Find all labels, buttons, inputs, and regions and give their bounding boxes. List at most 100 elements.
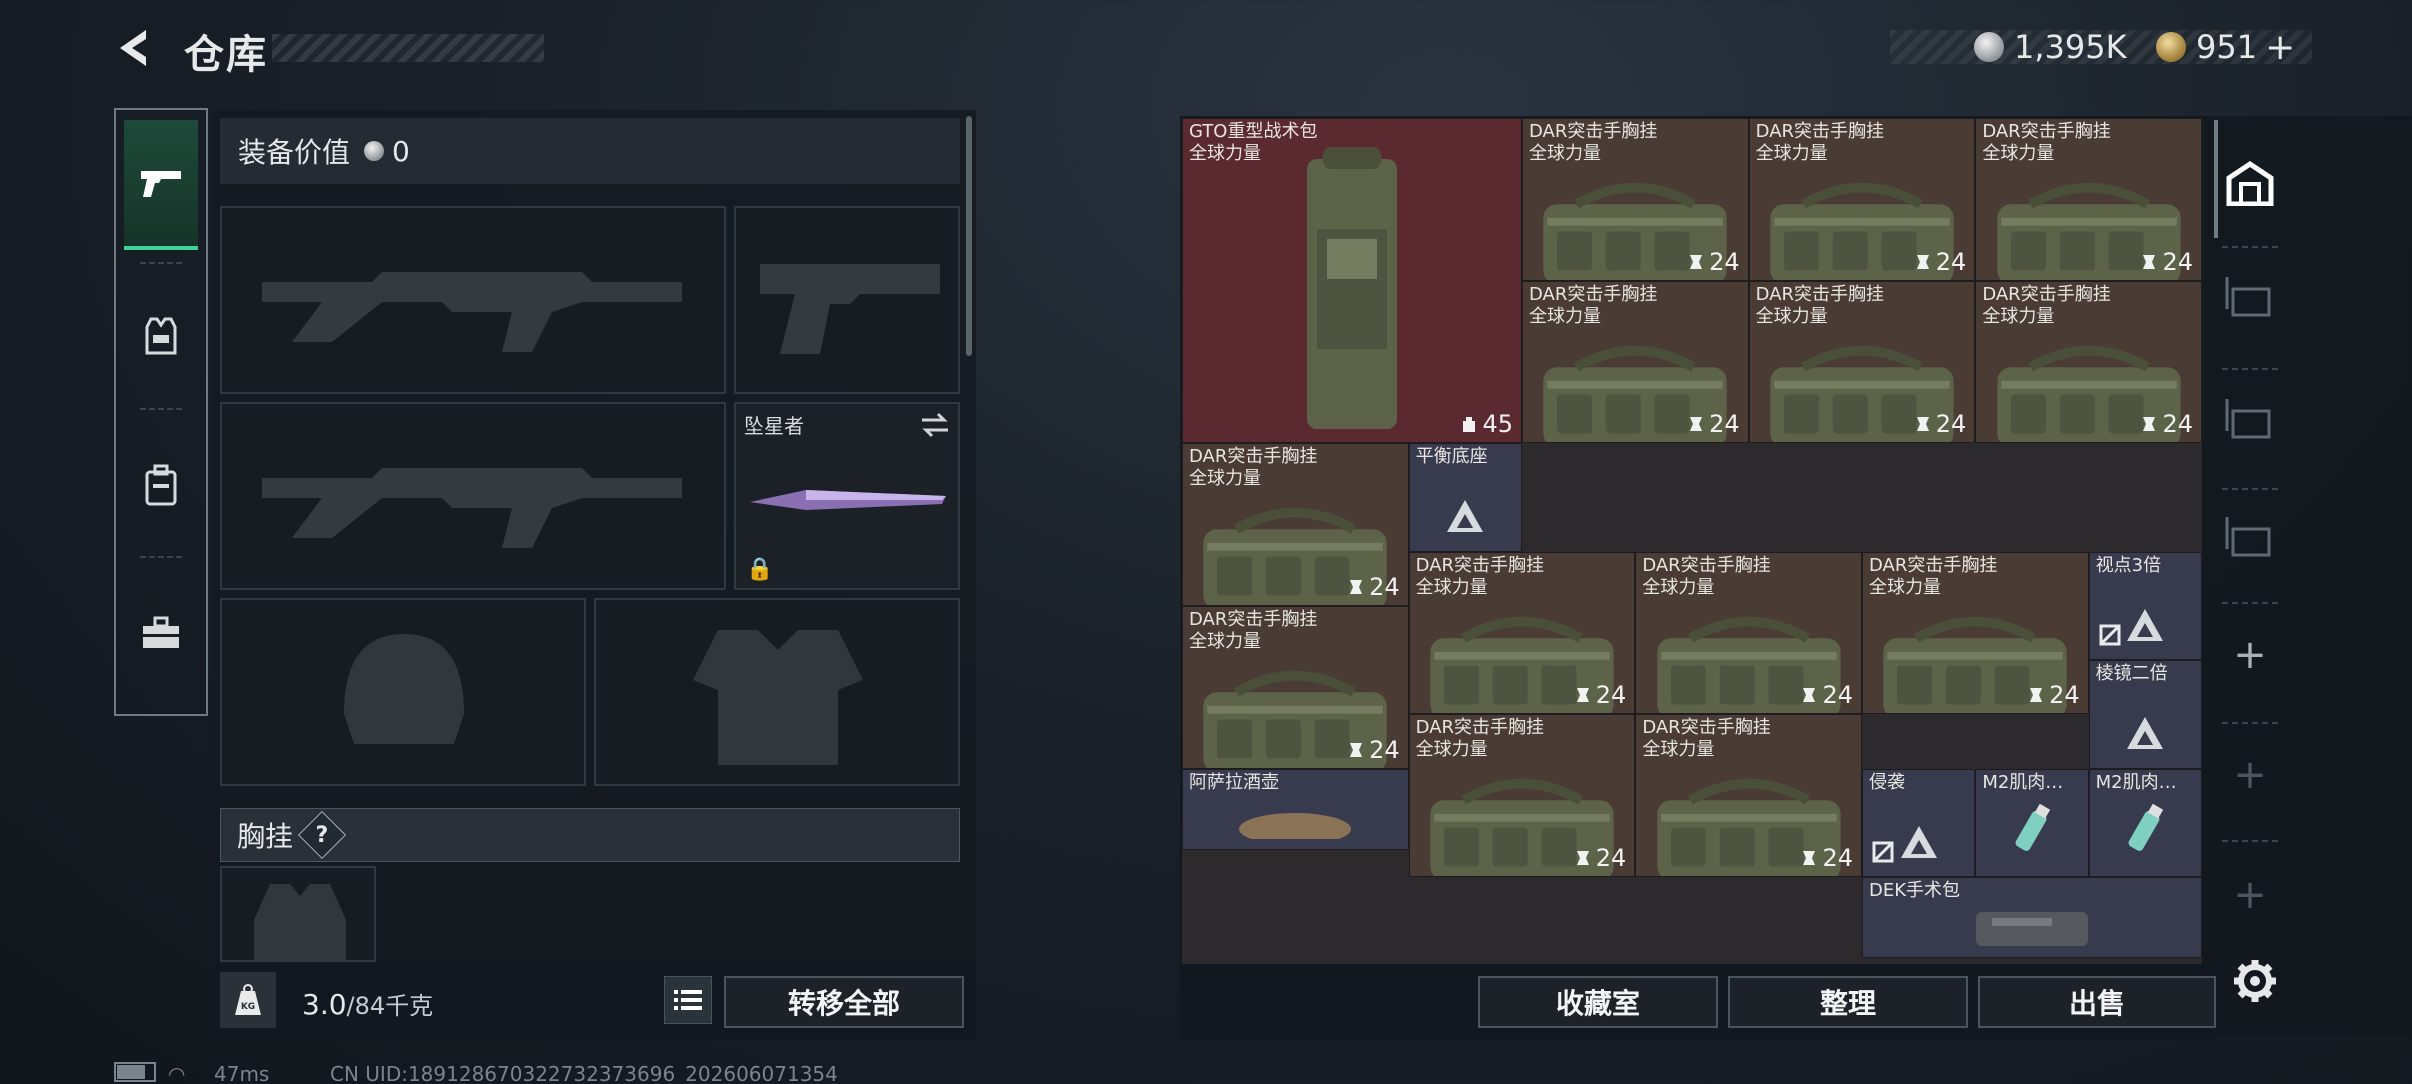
ping-readout: 47ms [214,1062,270,1084]
stash-page-1-tab[interactable] [2210,128,2290,238]
chest-rig-slot[interactable] [220,866,376,962]
stash-item-cell[interactable]: 侵袭 [1862,768,1976,878]
item-count: 24 [1800,844,1853,872]
stash-item-cell[interactable]: DEK手术包 [1862,877,2202,959]
item-count: 24 [2140,410,2193,438]
item-name: DAR突击手胸挂 全球力量 [1415,717,1545,761]
item-name: DAR突击手胸挂 全球力量 [1755,121,1885,164]
knife-icon [750,490,946,510]
stash-item-cell[interactable]: DAR突击手胸挂 全球力量 24 [1408,714,1636,878]
weight-icon: KG [220,972,276,1028]
sidearm-slot[interactable] [734,206,960,394]
item-name: M2肌肉… [2095,771,2177,793]
weapons-tab[interactable] [124,120,198,250]
add-page-button[interactable]: + [2210,720,2290,830]
chest-rig-silhouette-icon [254,884,346,960]
armor-tab[interactable] [124,272,198,402]
item-name: DAR突击手胸挂 全球力量 [1642,717,1771,761]
stash-item-cell[interactable]: 棱镜二倍 [2088,660,2202,769]
back-arrow-icon[interactable] [112,26,156,70]
attachment-placeholder-icon [2123,605,2167,649]
folder-box-icon [2225,277,2271,317]
stash-item-cell[interactable]: DAR突击手胸挂 全球力量 24 [1182,443,1409,607]
stash-item-cell[interactable]: M2肌肉… [1975,768,2089,878]
secondary-weapon-slot[interactable] [220,402,726,590]
stash-item-cell[interactable]: DAR突击手胸挂 全球力量 24 [1182,606,1409,769]
not-equippable-icon [1871,840,1895,868]
stash-item-cell[interactable]: GTO重型战术包 全球力量 45 [1182,118,1522,444]
list-view-button[interactable] [664,976,712,1024]
backpack-tab[interactable] [124,420,198,550]
stash-item-cell[interactable]: DAR突击手胸挂 全球力量 24 [1862,551,2089,715]
add-gold-button[interactable]: + [2265,27,2295,68]
list-icon [674,990,702,1010]
swap-icon[interactable] [920,412,950,438]
melee-slot[interactable]: 坠星者 🔒 [734,402,960,590]
add-page-button[interactable]: + [2210,600,2290,710]
stash-item-cell[interactable]: DAR突击手胸挂 全球力量 24 [1635,551,1862,715]
rifle-silhouette-icon [262,272,682,352]
item-name: DAR突击手胸挂 全球力量 [1982,283,2111,327]
organize-button[interactable]: 整理 [1728,976,1968,1028]
item-count: 24 [1687,248,1740,276]
stash-item-cell[interactable]: DAR突击手胸挂 全球力量 24 [1408,551,1636,715]
item-count: 24 [1574,844,1626,872]
stash-page-3-tab[interactable] [2210,364,2290,474]
equipment-scrollbar[interactable] [966,116,972,356]
svg-text:KG: KG [241,1002,255,1012]
flask-icon [1235,799,1355,845]
item-count: 24 [1347,736,1400,764]
settings-gear-icon[interactable] [2232,958,2278,1008]
equipment-value-header: 装备价值 0 [220,118,960,184]
stash-item-cell[interactable]: DAR突击手胸挂 全球力量 24 [1522,280,1749,444]
transfer-all-button[interactable]: 转移全部 [724,976,964,1028]
stash-item-cell[interactable]: 平衡底座 [1408,443,1522,552]
not-equippable-icon [2098,623,2122,651]
weight-max: /84千克 [346,992,434,1020]
stash-item-cell[interactable]: DAR突击手胸挂 全球力量 24 [1975,118,2202,281]
stash-item-cell[interactable]: M2肌肉… [2088,768,2202,878]
folder-box-icon [2225,517,2271,557]
item-name: DAR突击手胸挂 全球力量 [1529,283,1658,327]
item-name: DAR突击手胸挂 全球力量 [1869,554,1998,598]
item-count: 24 [1687,410,1740,438]
item-count: 24 [1914,410,1966,438]
gold-currency[interactable]: 951 + [2156,26,2295,68]
primary-weapon-slot[interactable] [220,206,726,394]
rifle-silhouette-icon [262,468,682,548]
item-name: DAR突击手胸挂 全球力量 [1529,121,1658,164]
item-name: DAR突击手胸挂 全球力量 [1755,283,1885,327]
syringe-icon [2009,803,2055,867]
stash-item-cell[interactable]: 视点3倍 [2088,551,2202,661]
stash-item-cell[interactable]: DAR突击手胸挂 全球力量 24 [1522,118,1749,281]
helmet-slot[interactable] [220,598,586,786]
item-name: DAR突击手胸挂 全球力量 [1982,121,2111,164]
item-name: 阿萨拉酒壶 [1189,771,1279,793]
stash-page-4-tab[interactable] [2210,482,2290,592]
backpack-item-icon [1287,139,1417,442]
item-name: DAR突击手胸挂 全球力量 [1189,446,1318,490]
collection-room-button[interactable]: 收藏室 [1478,976,1718,1028]
rail-separator [140,408,182,410]
stash-page-2-tab[interactable] [2210,242,2290,352]
item-name: 棱镜二倍 [2095,663,2168,685]
item-name: DAR突击手胸挂 全球力量 [1415,554,1545,598]
silver-amount: 1,395K [2014,28,2127,66]
stash-item-cell[interactable]: DAR突击手胸挂 全球力量 24 [1975,280,2202,444]
silver-coin-icon [364,141,385,161]
add-page-button[interactable]: + [2210,840,2290,950]
body-armor-slot[interactable] [594,598,960,786]
equipment-value-label: 装备价值 [238,136,351,169]
armor-silhouette-icon [693,630,863,765]
stash-item-cell[interactable]: DAR突击手胸挂 全球力量 24 [1748,118,1976,281]
stash-item-cell[interactable]: 阿萨拉酒壶 [1182,768,1409,851]
silver-currency: 1,395K [1974,26,2127,68]
sell-button[interactable]: 出售 [1978,976,2216,1028]
stash-item-cell[interactable]: DAR突击手胸挂 全球力量 24 [1748,280,1976,444]
help-icon[interactable]: ? [297,810,347,860]
toolbox-icon [143,616,179,648]
stash-item-cell[interactable]: DAR突击手胸挂 全球力量 24 [1635,714,1862,878]
title-hatch-decoration [272,34,544,62]
toolbox-tab[interactable] [124,568,198,698]
weight-readout: 3.0/84千克 [302,986,433,1021]
